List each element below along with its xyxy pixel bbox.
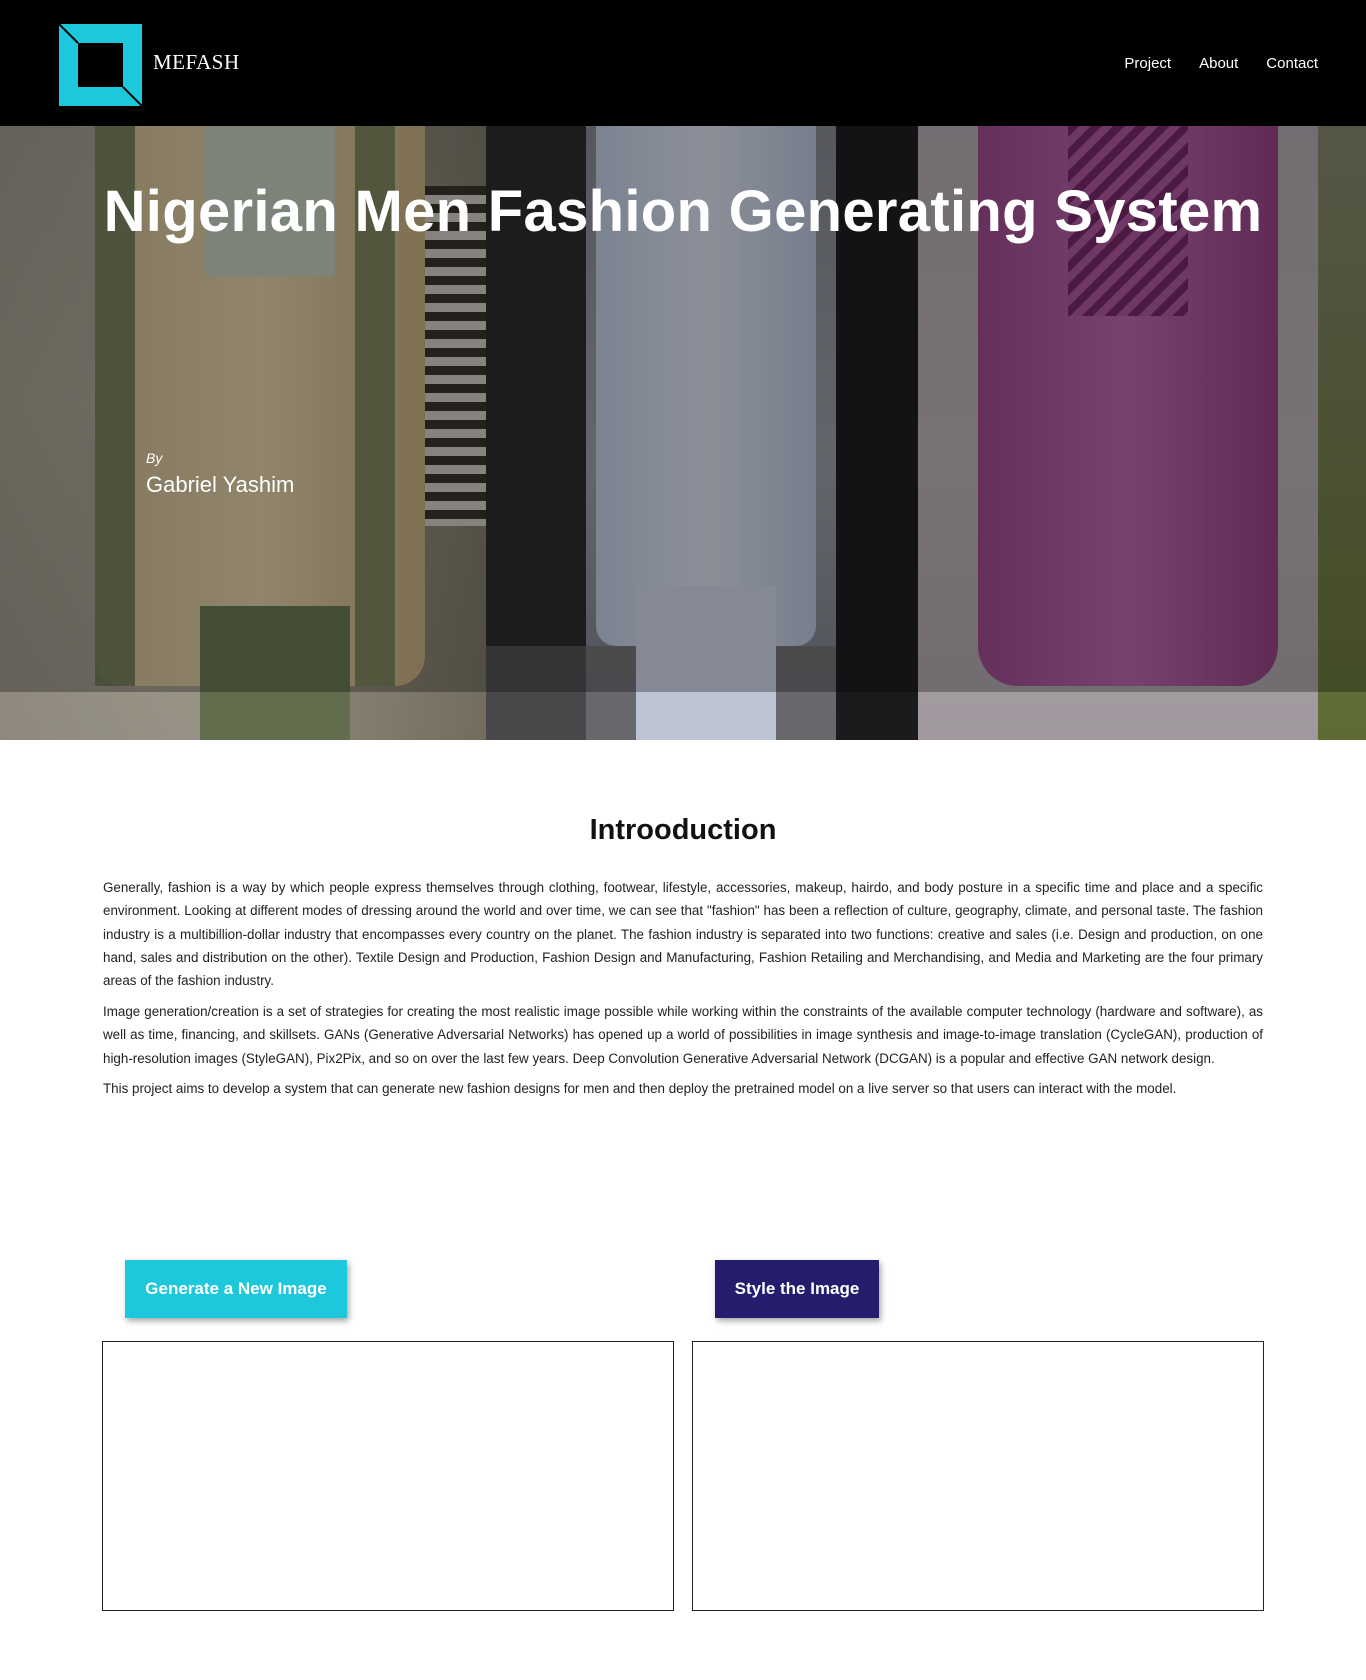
generated-image-frame xyxy=(102,1341,674,1611)
style-image-button[interactable]: Style the Image xyxy=(715,1260,879,1318)
intro-paragraph: Generally, fashion is a way by which peo… xyxy=(103,880,1263,989)
nav-about-link[interactable]: About xyxy=(1199,55,1238,72)
site-header: MEFASH Project About Contact xyxy=(0,0,1366,126)
introduction-heading: Introoduction xyxy=(589,814,777,846)
hero-bottom-strip xyxy=(0,692,1366,740)
styled-image-frame xyxy=(692,1341,1264,1611)
hero-title: Nigerian Men Fashion Generating System xyxy=(103,179,1263,244)
introduction-body: Generally, fashion is a way by which peo… xyxy=(103,876,1263,1108)
intro-paragraph: Image generation/creation is a set of st… xyxy=(103,1003,1263,1066)
main-nav: Project About Contact xyxy=(1124,55,1318,72)
hero-author-name: Gabriel Yashim xyxy=(146,472,295,497)
square-frame-logo-icon[interactable] xyxy=(59,24,142,106)
hero-by-label: By xyxy=(146,450,163,466)
intro-paragraph: This project aims to develop a system th… xyxy=(103,1081,1177,1097)
hero-banner: Nigerian Men Fashion Generating System B… xyxy=(0,126,1366,740)
logo-text[interactable]: MEFASH xyxy=(153,50,240,75)
nav-contact-link[interactable]: Contact xyxy=(1266,55,1318,72)
generate-new-image-button[interactable]: Generate a New Image xyxy=(125,1260,347,1318)
nav-project-link[interactable]: Project xyxy=(1124,55,1171,72)
